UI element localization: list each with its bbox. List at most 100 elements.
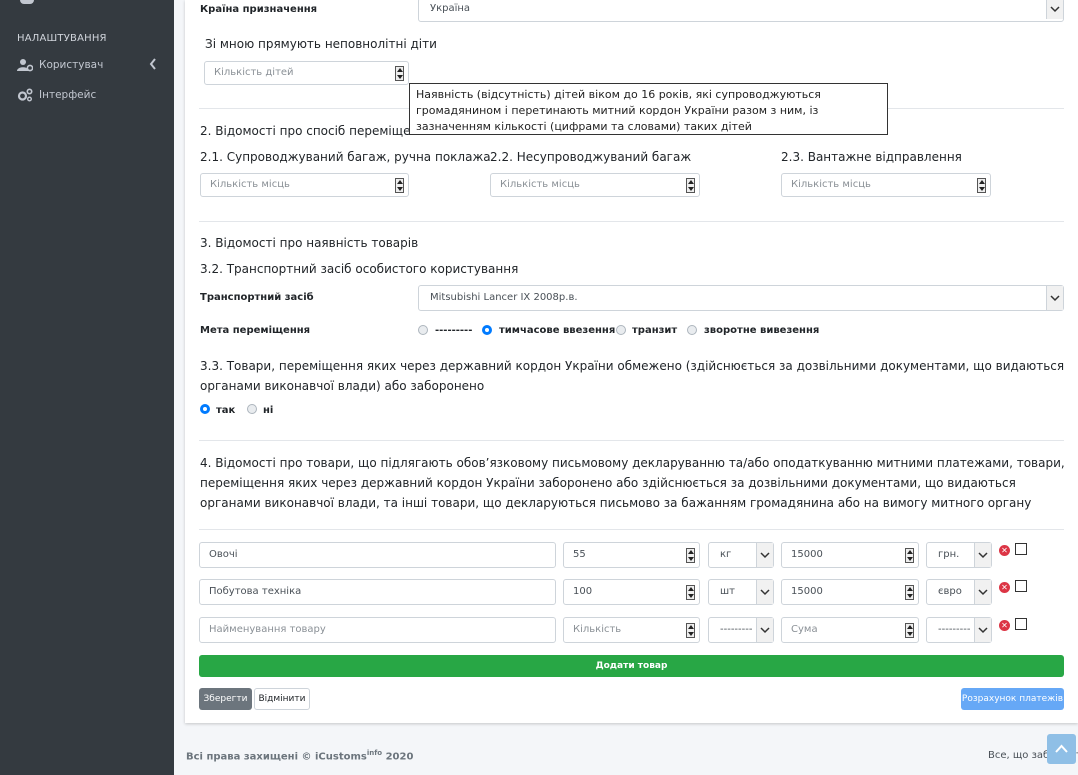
purpose-option-label: ---------: [435, 325, 473, 336]
sidebar-item-user[interactable]: Користувач: [17, 55, 167, 75]
chevron-down-icon: [756, 580, 773, 604]
copyright-text: Всі права захищені © iCustoms: [186, 751, 367, 763]
chevron-left-icon: [149, 58, 157, 70]
section-3-title: 3. Відомості про наявність товарів: [200, 236, 419, 250]
section-4-text: 4. Відомості про товари, що підлягають о…: [200, 456, 1065, 510]
cogs-icon: [17, 88, 33, 102]
chevron-down-icon: [974, 543, 991, 567]
spinner-icon[interactable]: [686, 623, 695, 638]
purpose-radio-re-export[interactable]: [687, 325, 697, 335]
accompanied-baggage-label: 2.1. Супроводжуваний багаж, ручна поклаж…: [200, 150, 491, 164]
goods-unit-select[interactable]: ---------: [708, 617, 774, 643]
divider: [199, 221, 1064, 222]
placeholder: Кількість місць: [210, 179, 290, 190]
value: євро: [938, 586, 962, 597]
delete-row-icon[interactable]: ✕: [999, 582, 1010, 593]
accompanied-baggage-input[interactable]: Кількість місць: [200, 173, 409, 197]
goods-unit-select[interactable]: кг: [708, 542, 774, 568]
users-cog-icon: [17, 58, 34, 72]
placeholder: Сума: [791, 624, 818, 635]
purpose-option-label: зворотне вивезення: [704, 325, 820, 336]
row-checkbox[interactable]: [1015, 580, 1027, 592]
purpose-radio-none[interactable]: [418, 325, 428, 335]
scroll-to-top-button[interactable]: [1047, 734, 1076, 764]
cargo-shipment-input[interactable]: Кількість місць: [781, 173, 991, 197]
goods-name-input[interactable]: Найменування товару: [199, 617, 556, 643]
spinner-icon[interactable]: [395, 178, 404, 193]
calculate-payments-button[interactable]: Розрахунок платежів: [961, 688, 1064, 710]
sidebar-top-item[interactable]: [0, 0, 174, 10]
value: 15000: [791, 586, 823, 597]
goods-quantity-input[interactable]: 55: [563, 542, 700, 568]
goods-quantity-input[interactable]: Кількість: [563, 617, 700, 643]
copyright-year: 2020: [382, 751, 414, 763]
chevron-down-icon: [1046, 286, 1063, 310]
purpose-option-label: тимчасове ввезення: [499, 325, 616, 336]
chevron-down-icon: [974, 618, 991, 642]
section-2-title: 2. Відомості про спосіб переміщення: [200, 124, 434, 138]
spinner-icon[interactable]: [905, 548, 914, 563]
purpose-option-label: транзит: [632, 325, 678, 336]
destination-label: Країна призначення: [200, 4, 318, 15]
goods-quantity-input[interactable]: 100: [563, 579, 700, 605]
goods-currency-select[interactable]: ---------: [926, 617, 992, 643]
spinner-icon[interactable]: [686, 548, 695, 563]
value: 100: [573, 586, 593, 597]
children-tooltip: Наявність (відсутність) дітей віком до 1…: [409, 83, 888, 135]
destination-select[interactable]: Україна: [418, 0, 1064, 22]
restricted-option-label: ні: [263, 405, 274, 416]
restricted-radio-no[interactable]: [247, 404, 257, 414]
goods-amount-input[interactable]: Сума: [781, 617, 919, 643]
purpose-radio-transit[interactable]: [616, 325, 626, 335]
children-count-input[interactable]: Кількість дітей: [204, 61, 409, 85]
row-checkbox[interactable]: [1015, 618, 1027, 630]
placeholder: Кількість: [573, 624, 622, 635]
spinner-icon[interactable]: [905, 585, 914, 600]
cargo-shipment-label: 2.3. Вантажне відправлення: [781, 150, 962, 164]
chevron-down-icon: [756, 618, 773, 642]
user-icon: [20, 0, 34, 4]
goods-currency-select[interactable]: грн.: [926, 542, 992, 568]
chevron-down-icon: [974, 580, 991, 604]
sidebar-section-header: НАЛАШТУВАННЯ: [17, 33, 107, 44]
spinner-icon[interactable]: [905, 623, 914, 638]
value: кг: [720, 549, 732, 560]
divider: [199, 440, 1064, 441]
vehicle-value: Mitsubishi Lancer IX 2008р.в.: [430, 292, 578, 303]
unaccompanied-baggage-label: 2.2. Несупроводжуваний багаж: [490, 150, 692, 164]
children-label: Зі мною прямують неповнолітні діти: [205, 37, 437, 51]
section-3-2-title: 3.2. Транспортний засіб особистого корис…: [200, 262, 519, 276]
placeholder: Кількість місць: [500, 179, 580, 190]
goods-currency-select[interactable]: євро: [926, 579, 992, 605]
goods-name-input[interactable]: Побутова техніка: [199, 579, 556, 605]
copyright-sup: info: [366, 749, 383, 757]
chevron-down-icon: [756, 543, 773, 567]
restricted-radio-yes[interactable]: [200, 404, 210, 414]
delete-row-icon[interactable]: ✕: [999, 620, 1010, 631]
sidebar-item-interface[interactable]: Інтерфейс: [17, 85, 167, 105]
add-goods-button[interactable]: Додати товар: [199, 655, 1064, 677]
row-checkbox[interactable]: [1015, 543, 1027, 555]
vehicle-label: Транспортний засіб: [200, 292, 314, 303]
delete-row-icon[interactable]: ✕: [999, 545, 1010, 556]
sidebar-item-label: Інтерфейс: [39, 89, 97, 101]
save-button[interactable]: Зберегти: [199, 688, 252, 710]
spinner-icon[interactable]: [686, 585, 695, 600]
unaccompanied-baggage-input[interactable]: Кількість місць: [490, 173, 700, 197]
value: ---------: [938, 624, 971, 635]
value: шт: [720, 586, 735, 597]
divider: [199, 529, 1064, 530]
goods-name-input[interactable]: Овочі: [199, 542, 556, 568]
goods-amount-input[interactable]: 15000: [781, 542, 919, 568]
restricted-option-label: так: [216, 405, 236, 416]
purpose-radio-temporary-import[interactable]: [482, 325, 492, 335]
vehicle-select[interactable]: Mitsubishi Lancer IX 2008р.в.: [418, 285, 1064, 311]
goods-unit-select[interactable]: шт: [708, 579, 774, 605]
spinner-icon[interactable]: [977, 178, 986, 193]
spinner-icon[interactable]: [395, 66, 404, 81]
cancel-button[interactable]: Відмінити: [254, 688, 310, 710]
goods-amount-input[interactable]: 15000: [781, 579, 919, 605]
spinner-icon[interactable]: [686, 178, 695, 193]
footer-copyright: Всі права захищені © iCustomsinfo 2020: [186, 749, 413, 762]
value: грн.: [938, 549, 960, 560]
